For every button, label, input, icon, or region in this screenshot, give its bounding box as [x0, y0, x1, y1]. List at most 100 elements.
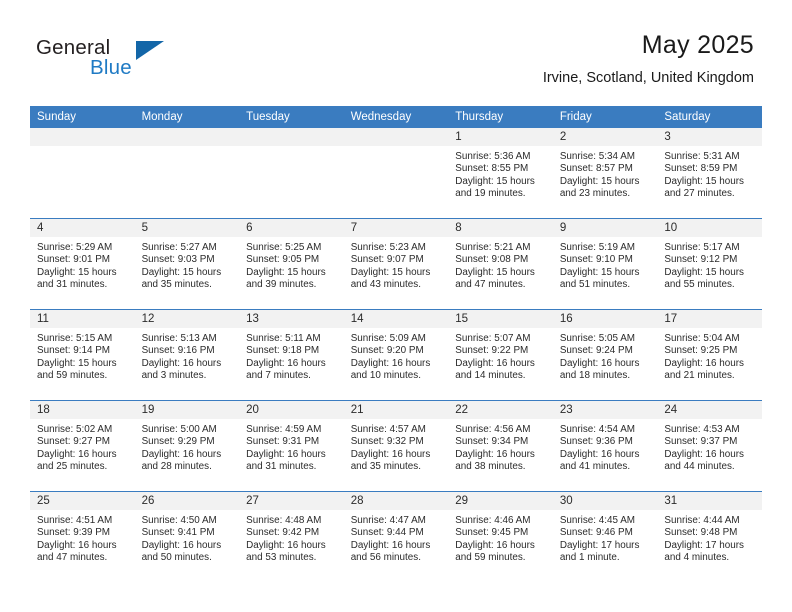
- sunrise-text: Sunrise: 4:47 AM: [350, 515, 426, 526]
- day-cell-details: Sunrise: 4:50 AM Sunset: 9:41 PM Daylight:…: [135, 510, 240, 565]
- calendar-day-cell[interactable]: 15 Sunrise: 5:07 AM Sunset: 9:22 PM Dayligh…: [448, 309, 553, 401]
- calendar-day-cell[interactable]: 27 Sunrise: 4:48 AM Sunset: 9:42 PM Dayligh…: [239, 491, 344, 582]
- daylight-text-line2: and 7 minutes.: [246, 370, 311, 382]
- daylight-text-line1: Daylight: 16 hours: [455, 448, 535, 460]
- calendar-day-cell[interactable]: 31 Sunrise: 4:44 AM Sunset: 9:48 PM Dayligh…: [657, 491, 762, 582]
- daylight-text-line2: and 1 minute.: [559, 552, 620, 564]
- daylight-text-line2: and 35 minutes.: [350, 461, 421, 473]
- calendar-day-cell[interactable]: 12 Sunrise: 5:13 AM Sunset: 9:16 PM Dayligh…: [134, 309, 240, 401]
- calendar-day-cell[interactable]: 11 Sunrise: 5:15 AM Sunset: 9:14 PM Dayligh…: [30, 309, 135, 401]
- daylight-text-line2: and 44 minutes.: [664, 461, 735, 473]
- weekday-header-saturday: Saturday: [657, 106, 762, 128]
- calendar-day-cell[interactable]: 5 Sunrise: 5:27 AM Sunset: 9:03 PM Daylight…: [134, 218, 240, 310]
- calendar-day-cell[interactable]: 20 Sunrise: 4:59 AM Sunset: 9:31 PM Dayligh…: [239, 400, 344, 492]
- daylight-text-line2: and 27 minutes.: [664, 188, 735, 200]
- day-cell-inner: 2 Sunrise: 5:34 AM Sunset: 8:57 PM Daylight…: [552, 128, 658, 218]
- daylight-text-line1: Daylight: 16 hours: [559, 357, 640, 369]
- calendar-day-cell[interactable]: 7 Sunrise: 5:23 AM Sunset: 9:07 PM Daylight…: [343, 218, 449, 310]
- day-cell-details: Sunrise: 4:45 AM Sunset: 9:46 PM Daylight:…: [553, 510, 658, 565]
- day-cell-details: Sunrise: 4:54 AM Sunset: 9:36 PM Daylight:…: [553, 419, 658, 474]
- calendar-day-cell[interactable]: 28 Sunrise: 4:47 AM Sunset: 9:44 PM Dayligh…: [343, 491, 449, 582]
- sunset-text: Sunset: 9:20 PM: [350, 345, 424, 357]
- day-cell-details: Sunrise: 5:07 AM Sunset: 9:22 PM Daylight:…: [448, 328, 553, 383]
- calendar-day-cell[interactable]: 6 Sunrise: 5:25 AM Sunset: 9:05 PM Daylight…: [239, 218, 344, 310]
- sunset-text: Sunset: 9:32 PM: [350, 436, 424, 448]
- day-cell-inner: 22 Sunrise: 4:56 AM Sunset: 9:34 PM Dayligh…: [448, 401, 553, 491]
- calendar-day-cell[interactable]: 10 Sunrise: 5:17 AM Sunset: 9:12 PM Dayligh…: [657, 218, 762, 310]
- day-cell-inner: 10 Sunrise: 5:17 AM Sunset: 9:12 PM Dayligh…: [657, 219, 762, 309]
- day-cell-inner: 31 Sunrise: 4:44 AM Sunset: 9:48 PM Dayligh…: [657, 492, 762, 582]
- calendar-day-cell[interactable]: 13 Sunrise: 5:11 AM Sunset: 9:18 PM Dayligh…: [239, 309, 344, 401]
- day-cell-details: Sunrise: 5:11 AM Sunset: 9:18 PM Daylight:…: [239, 328, 344, 383]
- daylight-text-line1: Daylight: 17 hours: [664, 539, 744, 551]
- daylight-text-line1: Daylight: 15 hours: [559, 266, 640, 278]
- daylight-text-line2: and 19 minutes.: [455, 188, 526, 200]
- sunset-text: Sunset: 8:57 PM: [559, 163, 633, 175]
- daylight-text-line1: Daylight: 15 hours: [37, 357, 117, 369]
- calendar-week-row: 1 Sunrise: 5:36 AM Sunset: 8:55 PM Daylight…: [30, 128, 762, 219]
- day-number: 4: [30, 219, 135, 237]
- daylight-text-line2: and 28 minutes.: [141, 461, 212, 473]
- sunrise-text: Sunrise: 5:05 AM: [559, 333, 636, 344]
- daylight-text-line1: Daylight: 15 hours: [455, 266, 535, 278]
- daylight-text-line2: and 25 minutes.: [37, 461, 108, 473]
- calendar-day-cell[interactable]: 19 Sunrise: 5:00 AM Sunset: 9:29 PM Dayligh…: [134, 400, 240, 492]
- calendar-week-row: 11 Sunrise: 5:15 AM Sunset: 9:14 PM Dayligh…: [30, 309, 762, 401]
- day-number: 14: [343, 310, 449, 328]
- day-number: 17: [657, 310, 762, 328]
- calendar-day-cell[interactable]: 21 Sunrise: 4:57 AM Sunset: 9:32 PM Dayligh…: [343, 400, 449, 492]
- daylight-text-line1: Daylight: 16 hours: [141, 448, 222, 460]
- calendar-day-cell[interactable]: 8 Sunrise: 5:21 AM Sunset: 9:08 PM Daylight…: [448, 218, 553, 310]
- day-cell-inner: [134, 128, 240, 218]
- sunrise-text: Sunrise: 5:29 AM: [37, 242, 113, 253]
- calendar-day-cell[interactable]: 16 Sunrise: 5:05 AM Sunset: 9:24 PM Dayligh…: [552, 309, 658, 401]
- sunset-text: Sunset: 9:46 PM: [559, 527, 633, 539]
- day-number: 13: [239, 310, 344, 328]
- day-cell-details: Sunrise: 5:13 AM Sunset: 9:16 PM Daylight:…: [135, 328, 240, 383]
- calendar-day-cell[interactable]: 26 Sunrise: 4:50 AM Sunset: 9:41 PM Dayligh…: [134, 491, 240, 582]
- sunset-text: Sunset: 9:44 PM: [350, 527, 424, 539]
- calendar-day-cell[interactable]: 17 Sunrise: 5:04 AM Sunset: 9:25 PM Dayligh…: [657, 309, 762, 401]
- sunrise-text: Sunrise: 4:46 AM: [455, 515, 531, 526]
- day-cell-inner: 5 Sunrise: 5:27 AM Sunset: 9:03 PM Daylight…: [134, 219, 240, 309]
- day-cell-details: Sunrise: 4:47 AM Sunset: 9:44 PM Daylight:…: [344, 510, 449, 565]
- page-title: May 2025: [641, 31, 754, 59]
- calendar-day-cell[interactable]: 24 Sunrise: 4:53 AM Sunset: 9:37 PM Dayligh…: [657, 400, 762, 492]
- daylight-text-line2: and 14 minutes.: [455, 370, 526, 382]
- sunset-text: Sunset: 9:27 PM: [37, 436, 111, 448]
- calendar-day-cell[interactable]: 29 Sunrise: 4:46 AM Sunset: 9:45 PM Dayligh…: [448, 491, 553, 582]
- day-cell-details: Sunrise: 5:29 AM Sunset: 9:01 PM Daylight:…: [30, 237, 135, 292]
- sunset-text: Sunset: 9:25 PM: [664, 345, 738, 357]
- calendar-page: General Blue May 2025 Irvine, Scotland, …: [0, 0, 792, 612]
- calendar-day-cell[interactable]: 22 Sunrise: 4:56 AM Sunset: 9:34 PM Dayligh…: [448, 400, 553, 492]
- calendar-day-cell[interactable]: 14 Sunrise: 5:09 AM Sunset: 9:20 PM Dayligh…: [343, 309, 449, 401]
- day-cell-inner: 30 Sunrise: 4:45 AM Sunset: 9:46 PM Dayligh…: [552, 492, 658, 582]
- sunset-text: Sunset: 9:07 PM: [350, 254, 424, 266]
- calendar-day-cell-empty: [134, 128, 240, 219]
- day-cell-inner: 27 Sunrise: 4:48 AM Sunset: 9:42 PM Dayligh…: [239, 492, 344, 582]
- calendar-day-cell[interactable]: 25 Sunrise: 4:51 AM Sunset: 9:39 PM Dayligh…: [30, 491, 135, 582]
- calendar-day-cell[interactable]: 23 Sunrise: 4:54 AM Sunset: 9:36 PM Dayligh…: [552, 400, 658, 492]
- calendar-day-cell[interactable]: 3 Sunrise: 5:31 AM Sunset: 8:59 PM Daylight…: [657, 128, 762, 219]
- daylight-text-line1: Daylight: 17 hours: [559, 539, 640, 551]
- calendar-day-cell[interactable]: 1 Sunrise: 5:36 AM Sunset: 8:55 PM Daylight…: [448, 128, 553, 219]
- sunset-text: Sunset: 9:08 PM: [455, 254, 529, 266]
- daylight-text-line1: Daylight: 15 hours: [141, 266, 222, 278]
- calendar-day-cell-empty: [239, 128, 344, 219]
- day-cell-inner: 26 Sunrise: 4:50 AM Sunset: 9:41 PM Dayligh…: [134, 492, 240, 582]
- sunrise-text: Sunrise: 4:50 AM: [141, 515, 217, 526]
- daylight-text-line2: and 23 minutes.: [559, 188, 631, 200]
- calendar-day-cell[interactable]: 18 Sunrise: 5:02 AM Sunset: 9:27 PM Dayligh…: [30, 400, 135, 492]
- day-number: 10: [657, 219, 762, 237]
- sunset-text: Sunset: 9:05 PM: [246, 254, 320, 266]
- calendar-day-cell[interactable]: 30 Sunrise: 4:45 AM Sunset: 9:46 PM Dayligh…: [552, 491, 658, 582]
- sunset-text: Sunset: 9:14 PM: [37, 345, 111, 357]
- sunrise-text: Sunrise: 5:04 AM: [664, 333, 740, 344]
- calendar-day-cell[interactable]: 2 Sunrise: 5:34 AM Sunset: 8:57 PM Daylight…: [552, 128, 658, 219]
- daylight-text-line1: Daylight: 16 hours: [664, 357, 744, 369]
- weekday-header-tuesday: Tuesday: [239, 106, 344, 128]
- calendar-day-cell[interactable]: 4 Sunrise: 5:29 AM Sunset: 9:01 PM Daylight…: [30, 218, 135, 310]
- weekday-header-sunday: Sunday: [30, 106, 135, 128]
- calendar-day-cell[interactable]: 9 Sunrise: 5:19 AM Sunset: 9:10 PM Daylight…: [552, 218, 658, 310]
- day-cell-details: Sunrise: 4:48 AM Sunset: 9:42 PM Daylight:…: [239, 510, 344, 565]
